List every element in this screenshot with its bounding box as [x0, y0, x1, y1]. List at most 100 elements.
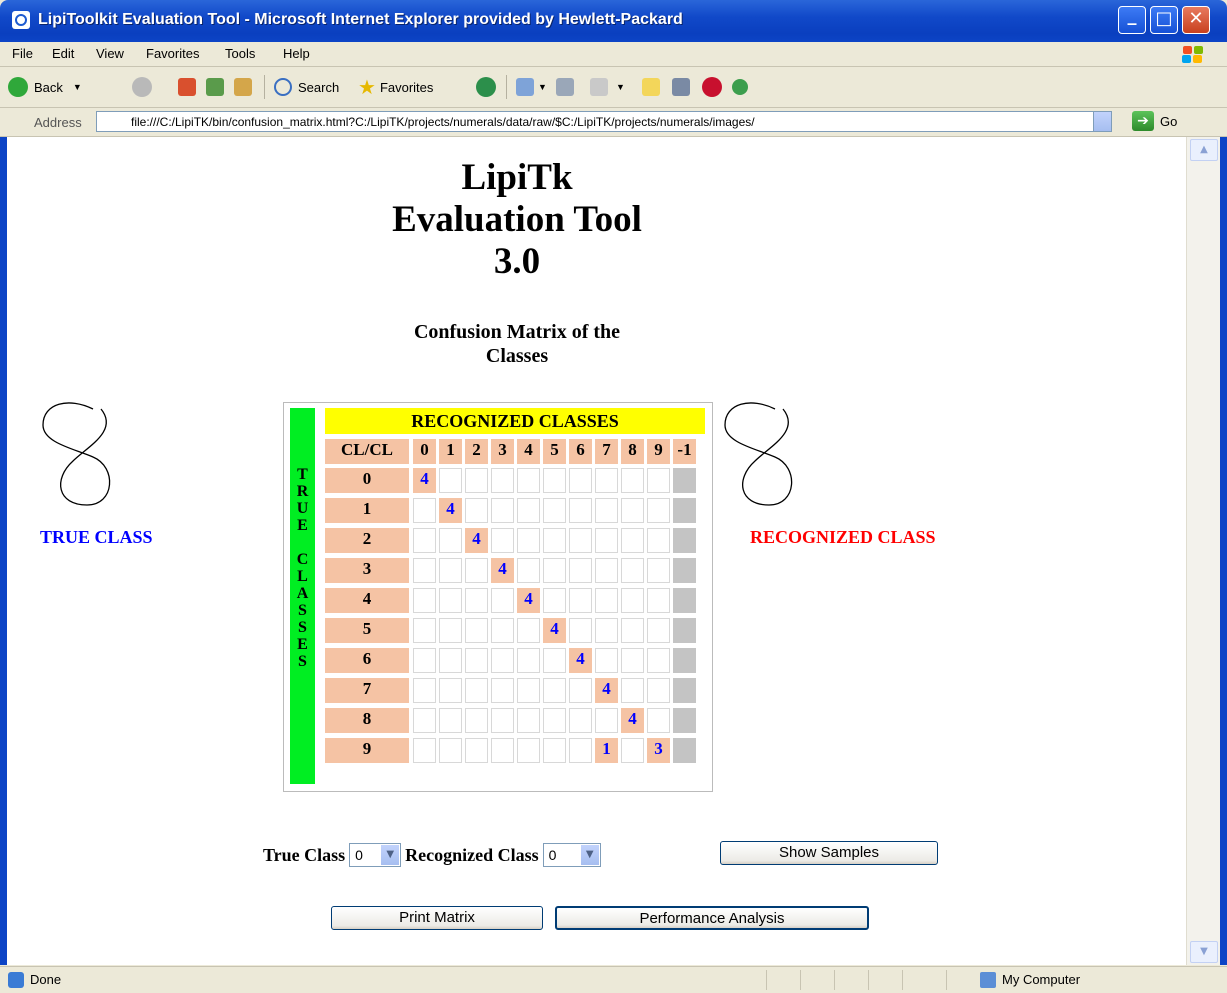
- matrix-cell: [517, 498, 540, 523]
- edit-button[interactable]: ▼: [590, 76, 625, 98]
- matrix-cell: 4: [491, 558, 514, 583]
- matrix-cell: [543, 678, 566, 703]
- addon-icon: [702, 77, 722, 97]
- minimize-icon: _: [1127, 5, 1137, 26]
- favorites-button[interactable]: ★ Favorites: [358, 76, 433, 99]
- scroll-up-icon[interactable]: ▲: [1190, 139, 1218, 161]
- show-samples-button[interactable]: Show Samples: [720, 841, 938, 865]
- matrix-cell: [517, 618, 540, 643]
- chevron-down-icon: ▼: [538, 82, 547, 92]
- status-pane: [800, 970, 801, 990]
- search-icon: [274, 78, 292, 96]
- close-button[interactable]: ✕: [1182, 6, 1210, 34]
- matrix-cell: [621, 648, 644, 673]
- maximize-button[interactable]: □: [1150, 6, 1178, 34]
- back-button[interactable]: Back ▼: [8, 76, 82, 98]
- menu-favorites[interactable]: Favorites: [146, 46, 199, 61]
- menu-help[interactable]: Help: [283, 46, 310, 61]
- page-title-line1: LipiTk: [461, 157, 573, 198]
- home-button[interactable]: [234, 76, 252, 98]
- address-url: file:///C:/LipiTK/bin/confusion_matrix.h…: [131, 115, 755, 129]
- print-matrix-button[interactable]: Print Matrix: [331, 906, 543, 930]
- go-arrow-icon[interactable]: ➔: [1132, 111, 1154, 131]
- matrix-cell: 4: [543, 618, 566, 643]
- forward-button[interactable]: [132, 76, 152, 98]
- matrix-cell: [673, 558, 696, 583]
- matrix-cell: [647, 678, 670, 703]
- messenger-button[interactable]: [732, 76, 748, 98]
- print-button[interactable]: [556, 76, 574, 98]
- matrix-cell: [439, 618, 462, 643]
- go-button[interactable]: Go: [1160, 114, 1177, 129]
- performance-analysis-button[interactable]: Performance Analysis: [555, 906, 869, 930]
- address-label: Address: [34, 115, 82, 130]
- matrix-cell: [439, 468, 462, 493]
- discuss-button[interactable]: [642, 76, 660, 98]
- matrix-cell: [439, 738, 462, 763]
- matrix-cell: [465, 738, 488, 763]
- research-button[interactable]: [672, 76, 690, 98]
- addon-button[interactable]: [702, 76, 722, 98]
- matrix-cell: [673, 498, 696, 523]
- recognized-class-select[interactable]: 0 ▼: [542, 843, 601, 867]
- true-classes-letter: C: [296, 551, 309, 568]
- matrix-cell: [465, 588, 488, 613]
- vertical-scrollbar[interactable]: ▲ ▼: [1186, 137, 1220, 965]
- matrix-cell: [569, 468, 592, 493]
- search-button[interactable]: Search: [274, 76, 339, 98]
- address-dropdown-chevron-down-icon[interactable]: [1093, 112, 1111, 131]
- matrix-cell: [673, 708, 696, 733]
- matrix-column-header: 3: [491, 439, 514, 464]
- matrix-cell: [647, 468, 670, 493]
- page-subtitle: Confusion Matrix of the Classes: [317, 320, 717, 368]
- matrix-cell: [595, 498, 618, 523]
- matrix-cell: [621, 498, 644, 523]
- menu-file[interactable]: File: [12, 46, 33, 61]
- status-pane: [902, 970, 903, 990]
- matrix-cell: [517, 468, 540, 493]
- true-class-select-label: True Class: [263, 844, 346, 865]
- menu-tools[interactable]: Tools: [225, 46, 255, 61]
- matrix-cell: [491, 618, 514, 643]
- scroll-down-icon[interactable]: ▼: [1190, 941, 1218, 963]
- chevron-down-icon: ▼: [381, 845, 400, 865]
- true-classes-letter: T: [297, 466, 308, 483]
- minimize-button[interactable]: _: [1118, 5, 1146, 34]
- class-selector-row: True Class 0 ▼ Recognized Class 0 ▼: [263, 841, 605, 869]
- matrix-column-header: 4: [517, 439, 540, 464]
- menu-edit[interactable]: Edit: [52, 46, 74, 61]
- matrix-cell: [517, 678, 540, 703]
- menu-view[interactable]: View: [96, 46, 124, 61]
- matrix-cell: [621, 738, 644, 763]
- media-button[interactable]: [476, 76, 496, 98]
- toolbar: Back ▼ Search ★ Favorites ▼ ▼: [0, 67, 1227, 108]
- matrix-cell: [491, 528, 514, 553]
- matrix-row-header: 4: [325, 588, 409, 613]
- recognized-class-select-label: Recognized Class: [405, 844, 539, 865]
- matrix-column-header: 2: [465, 439, 488, 464]
- address-input[interactable]: file:///C:/LipiTK/bin/confusion_matrix.h…: [96, 111, 1112, 132]
- matrix-column-header: 7: [595, 439, 618, 464]
- true-classes-letter: S: [298, 602, 307, 619]
- matrix-cell: 4: [413, 468, 436, 493]
- stop-icon: [178, 78, 196, 96]
- true-class-select[interactable]: 0 ▼: [349, 843, 402, 867]
- mail-button[interactable]: ▼: [516, 76, 547, 98]
- stop-button[interactable]: [178, 76, 196, 98]
- matrix-cell: [621, 678, 644, 703]
- recognized-classes-header: RECOGNIZED CLASSES: [325, 408, 705, 434]
- matrix-cell: [543, 468, 566, 493]
- matrix-cell: [413, 618, 436, 643]
- matrix-corner-label: CL/CL: [325, 439, 409, 464]
- page-title-line2: Evaluation Tool: [392, 199, 642, 240]
- true-classes-letter: E: [297, 636, 308, 653]
- matrix-cell: [595, 708, 618, 733]
- back-label: Back: [34, 79, 63, 95]
- matrix-column-header: 8: [621, 439, 644, 464]
- matrix-cell: 3: [647, 738, 670, 763]
- media-icon: [476, 77, 496, 97]
- refresh-button[interactable]: [206, 76, 224, 98]
- back-arrow-icon: [8, 77, 28, 97]
- windows-logo-icon: [1179, 44, 1213, 64]
- page-title: LipiTk Evaluation Tool 3.0: [247, 157, 787, 283]
